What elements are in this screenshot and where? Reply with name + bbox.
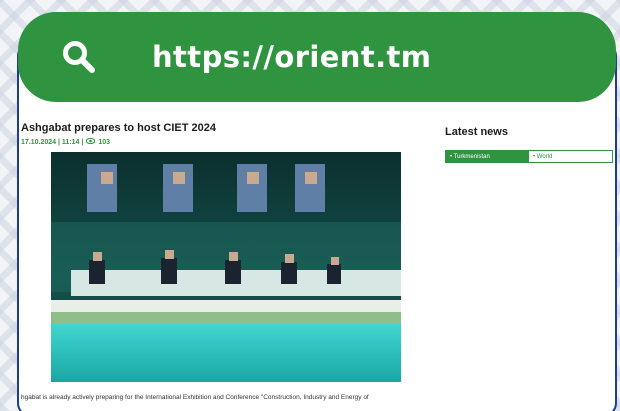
view-count: 103: [98, 138, 110, 146]
tab-world[interactable]: • World: [529, 151, 612, 162]
news-tabs: • Turkmenistan • World: [445, 150, 613, 163]
eye-icon: [86, 137, 96, 146]
article-title[interactable]: Ashgabat prepares to host CIET 2024: [21, 122, 216, 134]
tab-turkmenistan[interactable]: • Turkmenistan: [446, 151, 529, 162]
article-date: 17.10.2024 | 11:14 |: [21, 138, 84, 146]
latest-news-title: Latest news: [445, 126, 508, 138]
article-meta: 17.10.2024 | 11:14 | 103: [21, 137, 110, 146]
article-excerpt: hgabat is already actively preparing for…: [21, 394, 369, 401]
url-text: https://orient.tm: [152, 40, 432, 74]
search-icon[interactable]: [62, 40, 96, 74]
article-photo[interactable]: [51, 152, 401, 382]
address-bar[interactable]: https://orient.tm: [18, 12, 616, 102]
